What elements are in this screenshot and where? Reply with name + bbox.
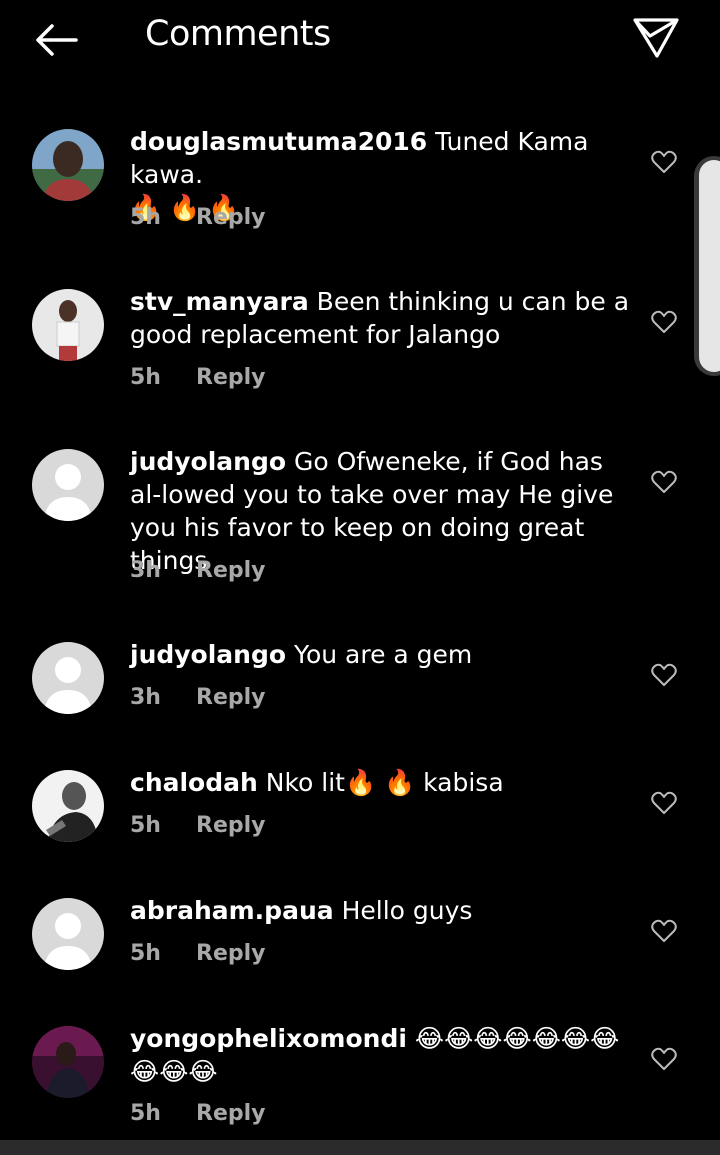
scroll-handle[interactable]	[694, 156, 720, 376]
comment-username[interactable]: chalodah	[130, 768, 258, 797]
comment-username[interactable]: judyolango	[130, 447, 286, 476]
reply-button[interactable]: Reply	[196, 813, 266, 838]
heart-outline-icon[interactable]	[650, 149, 678, 175]
comment-username[interactable]: abraham.paua	[130, 896, 334, 925]
comment-body: yongophelixomondi 😂😂😂😂😂😂😂😂😂😂	[130, 1022, 630, 1088]
heart-outline-icon[interactable]	[650, 790, 678, 816]
comment-time: 3h	[130, 685, 161, 710]
back-arrow-icon[interactable]	[30, 18, 82, 62]
comment-body: chalodah Nko lit🔥 🔥 kabisa	[130, 766, 630, 799]
reply-button[interactable]: Reply	[196, 205, 266, 230]
avatar[interactable]	[32, 129, 104, 201]
comment-body: stv_manyara Been thinking u can be a goo…	[130, 285, 630, 351]
reply-button[interactable]: Reply	[196, 558, 266, 583]
avatar[interactable]	[32, 289, 104, 361]
avatar[interactable]	[32, 1026, 104, 1098]
comment-text: You are a gem	[286, 640, 473, 669]
bottom-edge	[0, 1140, 720, 1155]
avatar[interactable]	[32, 642, 104, 714]
heart-outline-icon[interactable]	[650, 918, 678, 944]
reply-button[interactable]: Reply	[196, 1101, 266, 1126]
comment-body: judyolango You are a gem	[130, 638, 630, 671]
comment-text: Nko lit🔥 🔥 kabisa	[257, 768, 504, 797]
reply-button[interactable]: Reply	[196, 685, 266, 710]
heart-outline-icon[interactable]	[650, 309, 678, 335]
reply-button[interactable]: Reply	[196, 941, 266, 966]
comment-username[interactable]: douglasmutuma2016	[130, 127, 427, 156]
page-title: Comments	[145, 14, 331, 54]
paper-plane-icon[interactable]	[630, 14, 682, 62]
comment-text: Hello guys	[333, 896, 473, 925]
header-bar: Comments	[0, 0, 720, 80]
comment-body: abraham.paua Hello guys	[130, 894, 630, 927]
comment-time: 5h	[130, 365, 161, 390]
comment-username[interactable]: stv_manyara	[130, 287, 309, 316]
comment-time: 5h	[130, 1101, 161, 1126]
heart-outline-icon[interactable]	[650, 662, 678, 688]
comment-username[interactable]: judyolango	[130, 640, 286, 669]
comment-time: 5h	[130, 205, 161, 230]
reply-button[interactable]: Reply	[196, 365, 266, 390]
heart-outline-icon[interactable]	[650, 1046, 678, 1072]
avatar[interactable]	[32, 449, 104, 521]
comment-time: 5h	[130, 813, 161, 838]
avatar[interactable]	[32, 770, 104, 842]
comment-username[interactable]: yongophelixomondi	[130, 1024, 407, 1053]
avatar[interactable]	[32, 898, 104, 970]
comment-time: 5h	[130, 941, 161, 966]
heart-outline-icon[interactable]	[650, 469, 678, 495]
comments-screen: Comments douglasmutuma2016 Tuned Kama ka…	[0, 0, 720, 1155]
comment-time: 3h	[130, 558, 161, 583]
